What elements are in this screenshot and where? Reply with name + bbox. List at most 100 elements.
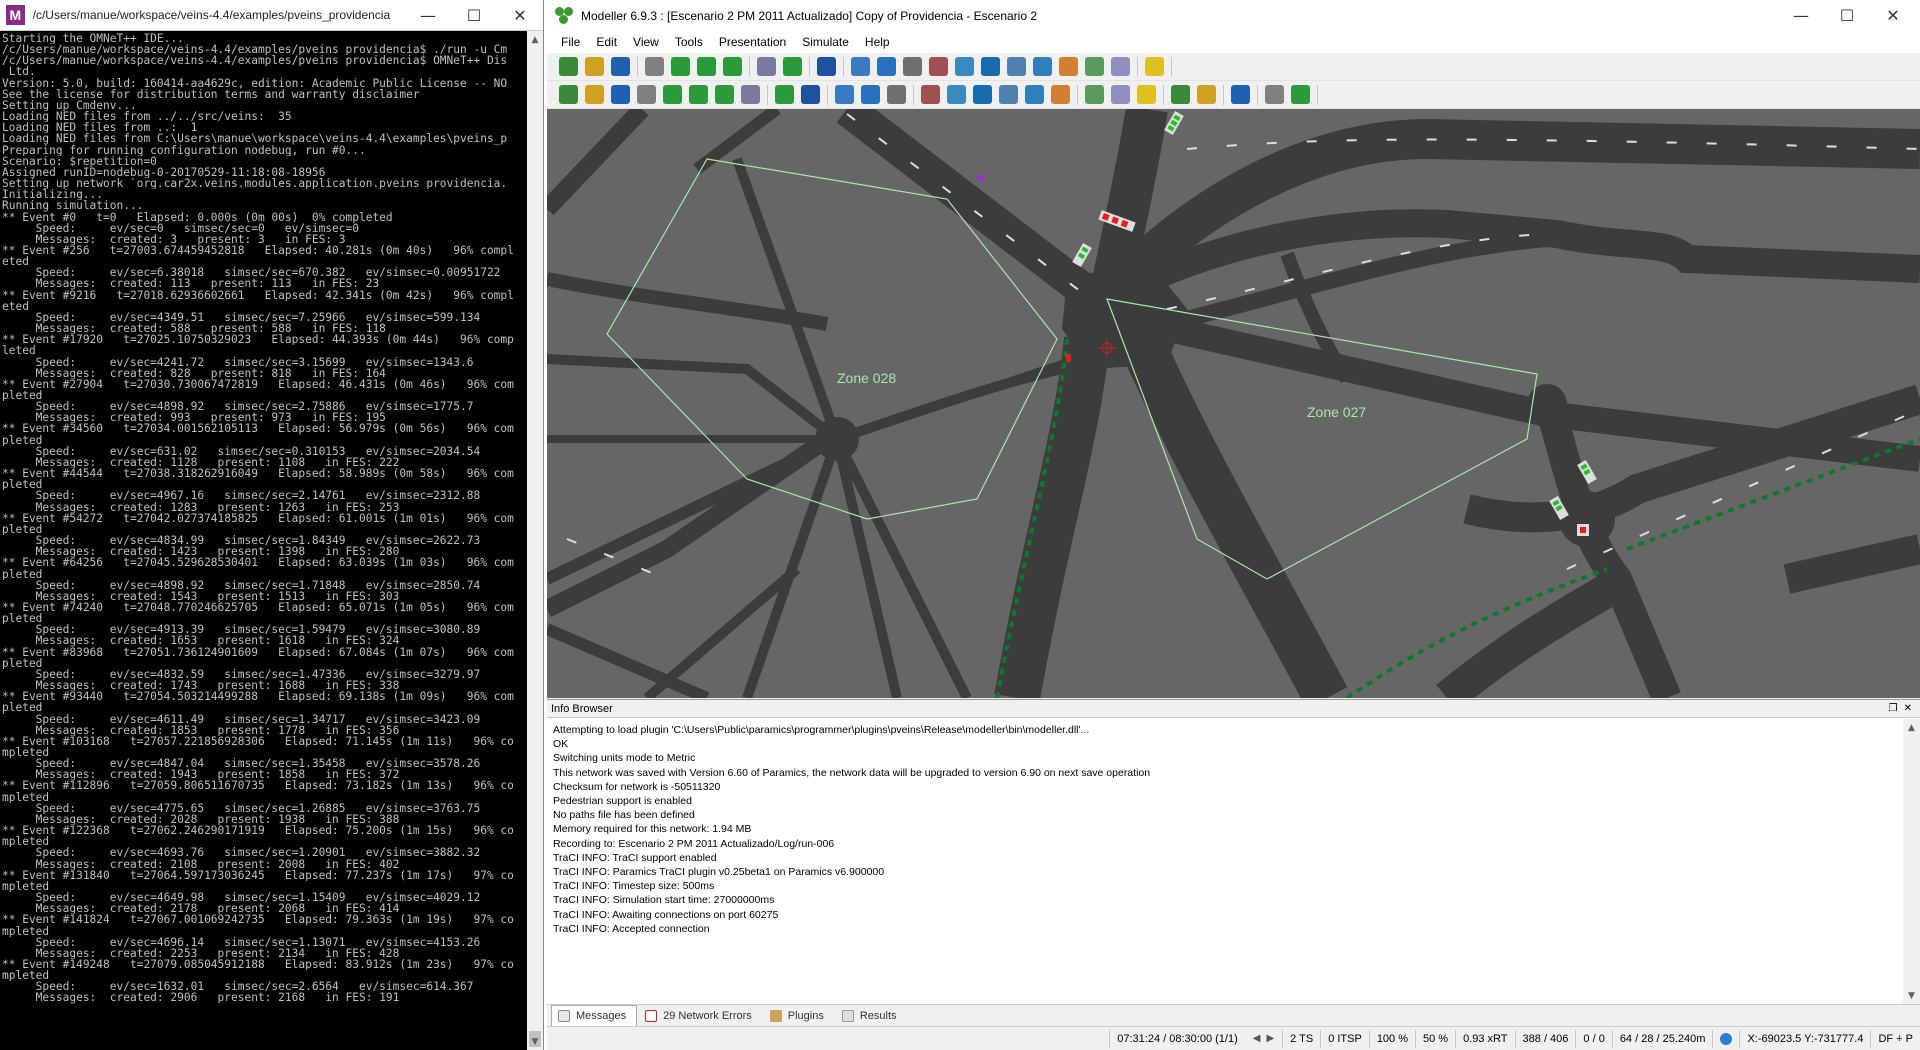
toolbar-tool-icon[interactable] [877,57,896,76]
maximize-icon[interactable]: ☐ [1824,1,1870,31]
toolbar-view-icon[interactable] [947,85,966,104]
toolbar-view-icon[interactable] [999,85,1018,104]
scroll-up-icon[interactable]: ▲ [1903,719,1920,736]
toolbar-tool-icon[interactable] [1033,57,1052,76]
toolbar-tool-icon[interactable] [697,57,716,76]
terminal-line: leted [2,345,36,357]
menu-tools[interactable]: Tools [675,35,703,49]
terminal-scrollbar[interactable]: ▲ ▼ [527,31,543,1050]
toolbar-tool-icon[interactable] [929,57,948,76]
toolbar-view-icon[interactable] [921,85,940,104]
menu-file[interactable]: File [561,35,580,49]
toolbar-separator [843,56,844,77]
toolbar-tool-icon[interactable] [645,57,664,76]
maximize-icon[interactable]: ☐ [451,0,497,30]
minimize-icon[interactable]: — [405,0,451,30]
terminal-line: Preparing for running configuration node… [2,144,366,156]
toolbar-view-icon[interactable] [715,85,734,104]
toolbar-separator [1317,84,1318,105]
toolbar-tool-icon[interactable] [955,57,974,76]
toolbar-view-icon[interactable] [973,85,992,104]
toolbar-view-icon[interactable] [1085,85,1104,104]
toolbar-view-icon[interactable] [1137,85,1156,104]
toolbar-view-icon[interactable] [775,85,794,104]
toolbar-tool-icon[interactable] [851,57,870,76]
tab-messages[interactable]: Messages [551,1005,638,1026]
toolbar-view-icon[interactable] [1231,85,1250,104]
info-browser-log[interactable]: Attempting to load plugin 'C:\Users\Publ… [547,719,1902,1004]
menu-view[interactable]: View [633,35,659,49]
toolbar-view-icon[interactable] [835,85,854,104]
close-icon[interactable]: ✕ [1870,1,1916,31]
toolbar-view-icon[interactable] [1197,85,1216,104]
paramics-logo-icon [555,6,573,25]
terminal-line: Speed: ev/sec=4611.49 simsec/sec=1.34717… [2,713,481,725]
status-xrt: 0.93 xRT [1455,1029,1514,1048]
toolbar-view-icon[interactable] [801,85,820,104]
close-icon[interactable]: ✕ [1904,703,1912,714]
terminal-line: mpleted [2,970,50,982]
toolbar-view-icon[interactable] [741,85,760,104]
toolbar-main [547,53,1920,81]
terminal-line: ** Event #27904 t=27030.73006747281​9 El… [2,378,514,390]
toolbar-tool-icon[interactable] [1145,57,1164,76]
toolbar-view-icon[interactable] [1171,85,1190,104]
network-map[interactable]: Zone 028 Zone 027 [547,109,1920,698]
toolbar-view-icon[interactable] [1025,85,1044,104]
network-map-canvas[interactable]: Zone 028 Zone 027 [547,109,1920,698]
log-line: TraCI INFO: Accepted connection [553,922,710,935]
step-forward-icon[interactable]: ▶ [1266,1033,1274,1044]
toolbar-view-icon[interactable] [1111,85,1130,104]
toolbar-view-icon[interactable] [663,85,682,104]
toolbar-view-icon[interactable] [1265,85,1284,104]
terminal-line: Speed: ev/sec=4349.51 simsec/sec=7.25966… [2,311,481,324]
toolbar-view-icon[interactable] [611,85,630,104]
log-line: TraCI INFO: Awaiting connections on port… [553,908,779,921]
toolbar-view-icon[interactable] [585,85,604,104]
tab-plugins[interactable]: Plugins [764,1006,834,1026]
terminal-line: Speed: ev/sec=4847.04 simsec/sec=1.35458… [2,758,481,770]
zone-label-027: Zone 027 [1307,404,1366,420]
step-back-icon[interactable]: ◀ [1253,1033,1261,1044]
toolbar-tool-icon[interactable] [1111,57,1130,76]
toolbar-view-icon[interactable] [689,85,708,104]
toolbar-tool-icon[interactable] [1085,57,1104,76]
scroll-down-icon[interactable]: ▼ [1903,987,1920,1004]
menu-help[interactable]: Help [865,35,890,49]
toolbar-tool-icon[interactable] [723,57,742,76]
terminal-line: mpleted [2,836,50,848]
toolbar-separator [809,56,810,77]
terminal-line: ** Event #34560 t=27034.00156210511​3 El… [2,423,514,435]
toolbar-tool-icon[interactable] [981,57,1000,76]
tab-results[interactable]: Results [836,1006,907,1026]
toolbar-view-icon[interactable] [1291,85,1310,104]
info-scrollbar[interactable]: ▲ ▼ [1903,719,1920,1004]
toolbar-tool-icon[interactable] [1059,57,1078,76]
toolbar-tool-icon[interactable] [611,57,630,76]
menu-simulate[interactable]: Simulate [802,35,849,49]
close-icon[interactable]: ✕ [497,0,543,30]
toolbar-tool-icon[interactable] [817,57,836,76]
tab-network-errors[interactable]: 29 Network Errors [639,1006,762,1026]
toolbar-tool-icon[interactable] [783,57,802,76]
toolbar-tool-icon[interactable] [585,57,604,76]
toolbar-view-icon[interactable] [1051,85,1070,104]
toolbar-view-icon[interactable] [559,85,578,104]
toolbar-tool-icon[interactable] [559,57,578,76]
terminal-output[interactable]: Starting the OMNeT++ IDE.../c/Users/manu… [0,31,528,1050]
menu-presentation[interactable]: Presentation [719,35,786,49]
terminal-line: pleted [2,434,43,446]
terminal-line: ** Event #103168 t=27057.221856928306 El… [2,735,514,747]
toolbar-tool-icon[interactable] [757,57,776,76]
menu-edit[interactable]: Edit [596,35,617,49]
scroll-down-icon[interactable]: ▼ [527,1033,543,1050]
minimize-icon[interactable]: — [1778,1,1824,31]
toolbar-view-icon[interactable] [637,85,656,104]
toolbar-tool-icon[interactable] [671,57,690,76]
scroll-up-icon[interactable]: ▲ [527,31,543,48]
toolbar-tool-icon[interactable] [1007,57,1026,76]
restore-icon[interactable]: ❐ [1889,703,1898,714]
toolbar-view-icon[interactable] [861,85,880,104]
toolbar-tool-icon[interactable] [903,57,922,76]
toolbar-view-icon[interactable] [887,85,906,104]
